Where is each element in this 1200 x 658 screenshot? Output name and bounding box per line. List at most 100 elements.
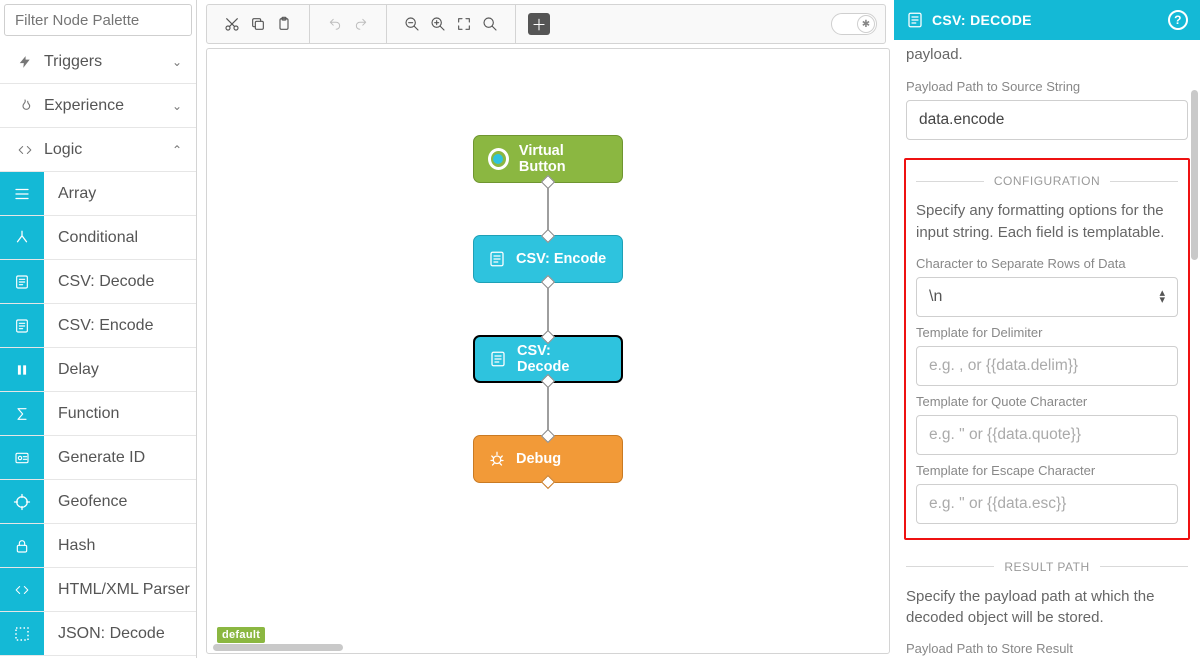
quote-char-input[interactable] [916, 415, 1178, 455]
gear-icon: ✱ [857, 15, 875, 33]
workflow-flow: Virtual Button CSV: Encode CSV: Decode D… [473, 135, 623, 483]
logic-node-list: Array Conditional CSV: Decode CSV: Encod… [0, 172, 196, 658]
copy-button[interactable] [245, 11, 271, 37]
node-csv-encode[interactable]: CSV: Encode [473, 235, 623, 283]
target-icon [0, 480, 44, 523]
code-icon [0, 568, 44, 611]
code-icon [14, 143, 36, 157]
zoom-fit-button[interactable] [451, 11, 477, 37]
canvas-toolbar: ＋ ✱ [206, 4, 886, 44]
field-label: Character to Separate Rows of Data [916, 256, 1178, 271]
debug-toggle[interactable]: ✱ [831, 13, 877, 35]
output-port[interactable] [541, 175, 555, 189]
id-icon [0, 436, 44, 479]
panel-header: CSV: DECODE ? [894, 0, 1200, 40]
zoom-reset-button[interactable] [477, 11, 503, 37]
payload-path-source-input[interactable] [906, 100, 1188, 140]
bug-icon [488, 450, 506, 468]
helper-text: Specify the payload path at which the de… [906, 586, 1188, 630]
sheet-icon [906, 11, 924, 29]
field-label: Template for Delimiter [916, 325, 1178, 340]
palette-filter[interactable] [4, 4, 192, 36]
palette-node-generate-id[interactable]: Generate ID [0, 436, 196, 480]
node-debug[interactable]: Debug [473, 435, 623, 483]
node-label: CSV: Decode [517, 343, 607, 375]
category-triggers[interactable]: Triggers ⌄ [0, 40, 196, 84]
palette-node-csv-encode[interactable]: CSV: Encode [0, 304, 196, 348]
configuration-highlight: CONFIGURATION Specify any formatting opt… [904, 158, 1190, 540]
properties-panel: CSV: DECODE ? payload. Payload Path to S… [894, 0, 1200, 658]
edge [547, 383, 549, 435]
field-label: Template for Quote Character [916, 394, 1178, 409]
node-label: CSV: Encode [516, 251, 606, 267]
bolt-icon [14, 54, 36, 70]
palette-node-html-xml[interactable]: HTML/XML Parser [0, 568, 196, 612]
helper-text-fragment: payload. [906, 46, 1188, 63]
escape-char-input[interactable] [916, 484, 1178, 524]
cut-button[interactable] [219, 11, 245, 37]
palette-filter-input[interactable] [15, 12, 181, 29]
sheet-icon [488, 250, 506, 268]
helper-text: Specify any formatting options for the i… [916, 200, 1178, 244]
chevron-down-icon: ⌄ [172, 99, 182, 113]
node-label: Geofence [44, 480, 127, 523]
output-port[interactable] [541, 275, 555, 289]
node-virtual-button[interactable]: Virtual Button [473, 135, 623, 183]
category-label: Experience [44, 97, 124, 115]
workflow-canvas[interactable]: Virtual Button CSV: Encode CSV: Decode D… [206, 48, 890, 654]
input-port[interactable] [541, 229, 555, 243]
node-label: Delay [44, 348, 99, 391]
palette-node-csv-decode[interactable]: CSV: Decode [0, 260, 196, 304]
input-port[interactable] [541, 429, 555, 443]
paste-button[interactable] [271, 11, 297, 37]
output-port[interactable] [541, 475, 555, 489]
zoom-out-button[interactable] [399, 11, 425, 37]
palette-node-function[interactable]: Function [0, 392, 196, 436]
undo-button[interactable] [322, 11, 348, 37]
section-heading-result: RESULT PATH [906, 560, 1188, 574]
node-label: JSON: Decode [44, 612, 165, 655]
add-button[interactable]: ＋ [528, 13, 550, 35]
node-label: Debug [516, 451, 561, 467]
input-port[interactable] [541, 330, 555, 344]
sheet-icon [0, 304, 44, 347]
category-logic[interactable]: Logic ⌃ [0, 128, 196, 172]
node-label: CSV: Encode [44, 304, 153, 347]
field-label: Template for Escape Character [916, 463, 1178, 478]
panel-title: CSV: DECODE [932, 12, 1032, 28]
node-label: Function [44, 392, 119, 435]
version-tag[interactable]: default [217, 627, 265, 643]
category-label: Logic [44, 141, 82, 159]
pause-icon [0, 348, 44, 391]
delimiter-input[interactable] [916, 346, 1178, 386]
row-separator-select[interactable]: \n ▴▾ [916, 277, 1178, 317]
dots-icon [0, 612, 44, 655]
list-icon [0, 172, 44, 215]
output-port[interactable] [541, 374, 555, 388]
node-label: Array [44, 172, 96, 215]
edge [547, 283, 549, 335]
node-label: Hash [44, 524, 95, 567]
palette-node-geofence[interactable]: Geofence [0, 480, 196, 524]
select-caret-icon: ▴▾ [1159, 290, 1165, 303]
lock-icon [0, 524, 44, 567]
panel-body[interactable]: payload. Payload Path to Source String C… [894, 40, 1200, 658]
zoom-in-button[interactable] [425, 11, 451, 37]
redo-button[interactable] [348, 11, 374, 37]
scrollbar-horizontal[interactable] [213, 644, 343, 651]
palette-node-json-decode[interactable]: JSON: Decode [0, 612, 196, 656]
field-label: Payload Path to Source String [906, 79, 1188, 94]
section-heading-configuration: CONFIGURATION [916, 174, 1178, 188]
help-icon[interactable]: ? [1168, 10, 1188, 30]
palette-node-conditional[interactable]: Conditional [0, 216, 196, 260]
sheet-icon [0, 260, 44, 303]
palette-node-array[interactable]: Array [0, 172, 196, 216]
palette-node-hash[interactable]: Hash [0, 524, 196, 568]
palette-node-delay[interactable]: Delay [0, 348, 196, 392]
node-csv-decode[interactable]: CSV: Decode [473, 335, 623, 383]
chevron-down-icon: ⌄ [172, 55, 182, 69]
chevron-up-icon: ⌃ [172, 143, 182, 157]
category-experience[interactable]: Experience ⌄ [0, 84, 196, 128]
node-label: CSV: Decode [44, 260, 154, 303]
scrollbar-vertical[interactable] [1191, 90, 1198, 260]
